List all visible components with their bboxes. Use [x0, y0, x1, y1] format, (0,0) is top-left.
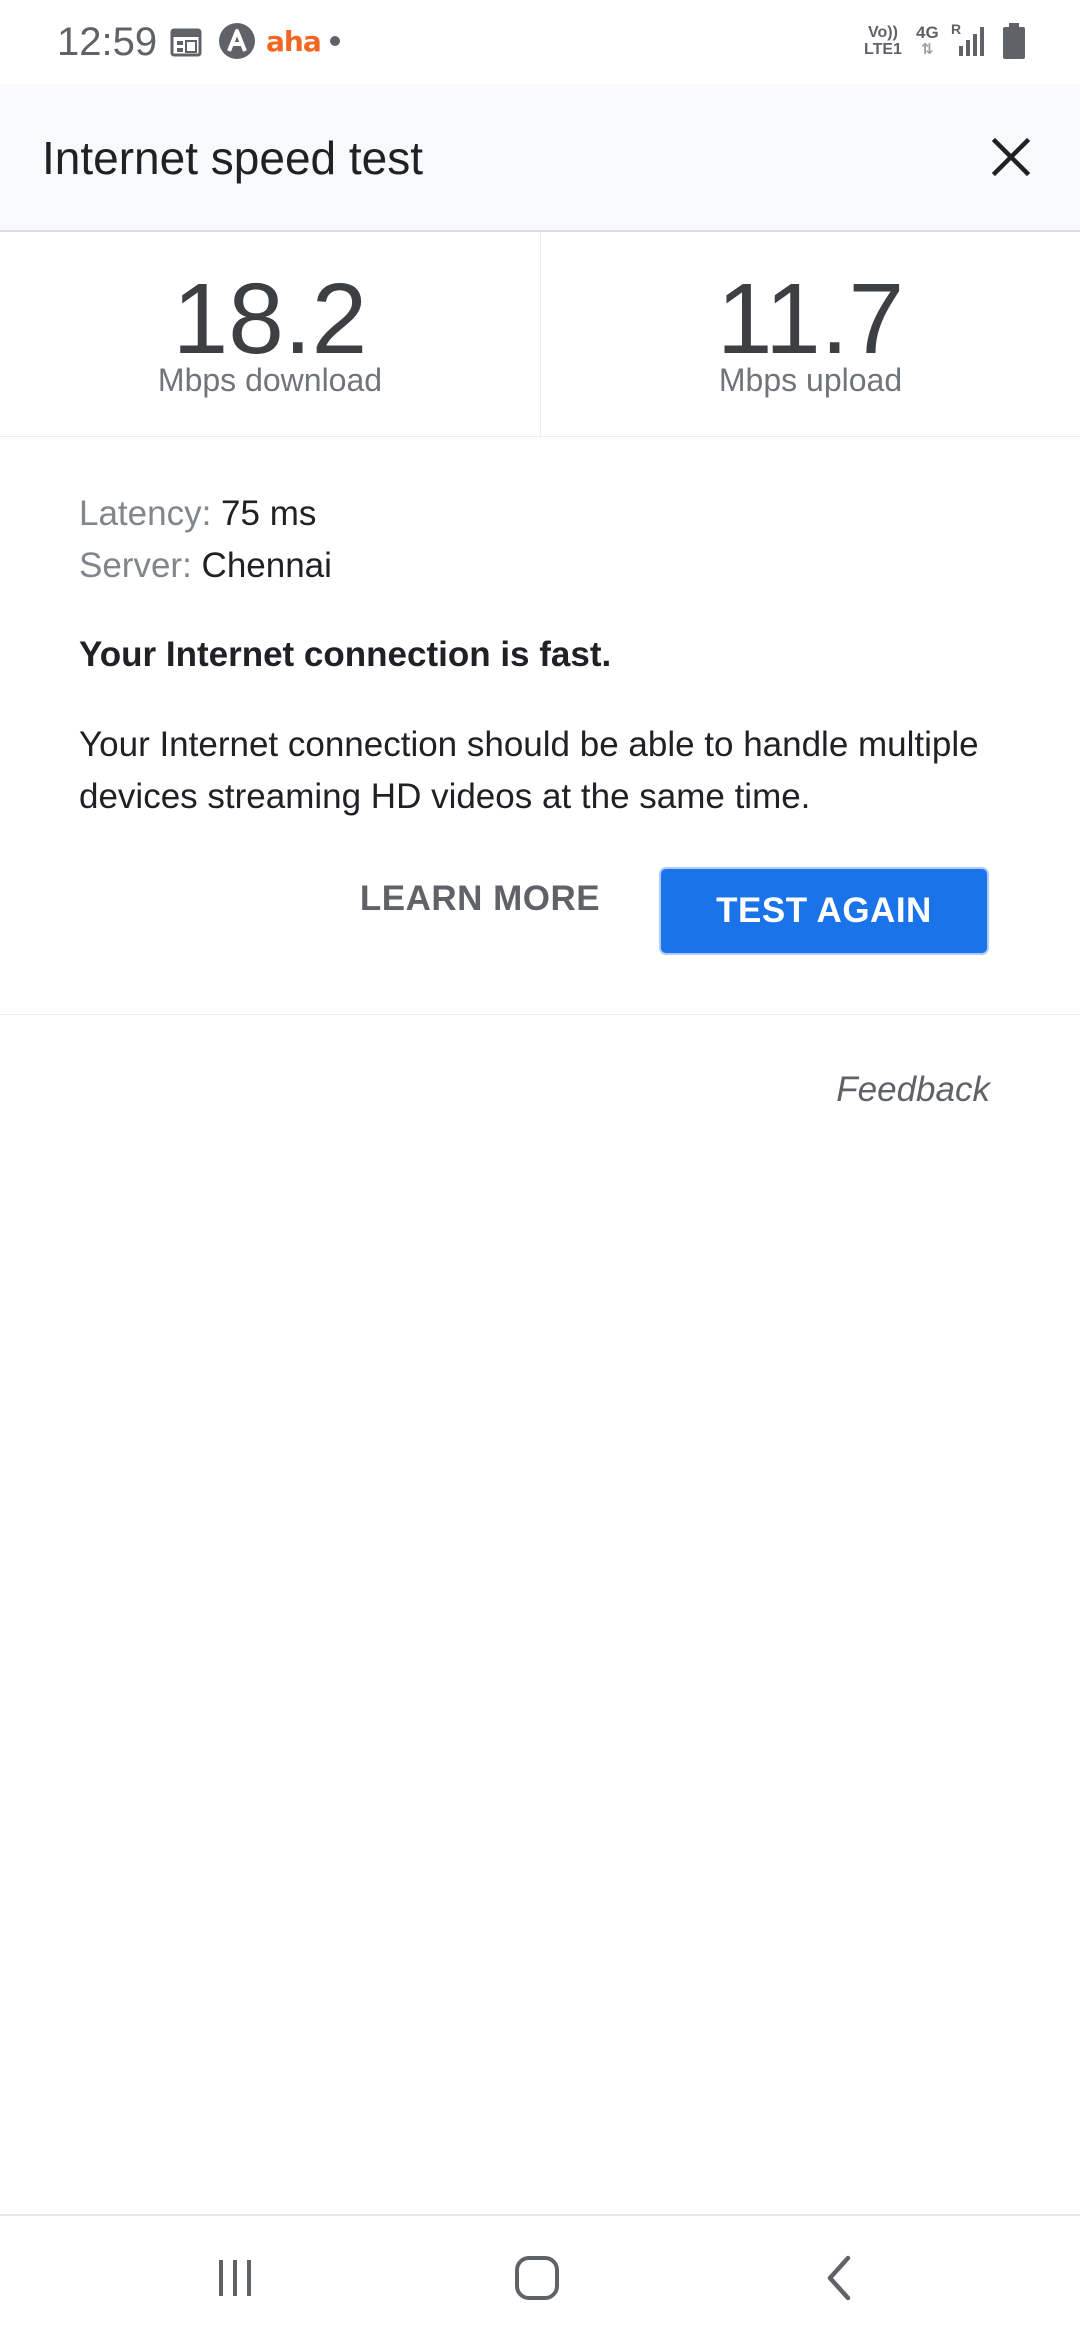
- server-value: Chennai: [201, 546, 332, 585]
- page-title: Internet speed test: [42, 132, 424, 184]
- connection-verdict: Your Internet connection is fast.: [79, 635, 612, 674]
- server-row: Server: Chennai: [79, 544, 332, 588]
- home-icon: [515, 2256, 559, 2300]
- close-icon: [991, 137, 1031, 177]
- data-arrows-icon: ⇅: [921, 41, 934, 58]
- upload-speed-value: 11.7: [716, 263, 905, 375]
- connection-description: Your Internet connection should be able …: [79, 725, 979, 816]
- roaming-label: R: [951, 22, 961, 37]
- system-nav-bar: [0, 2214, 1080, 2342]
- network-indicator: 4G ⇅: [916, 24, 939, 58]
- learn-more-button[interactable]: LEARN MORE: [352, 867, 608, 931]
- download-result: 18.2 Mbps download: [0, 232, 541, 436]
- notification-dot-icon: [330, 36, 340, 46]
- result-details: Latency: 75 ms Server: Chennai Your Inte…: [0, 437, 1080, 1015]
- network-type: 4G: [916, 23, 939, 42]
- latency-row: Latency: 75 ms: [79, 492, 316, 536]
- server-label: Server:: [79, 546, 192, 585]
- calendar-icon: [170, 28, 202, 57]
- speed-results: 18.2 Mbps download 11.7 Mbps upload: [0, 232, 1080, 437]
- status-bar: 12:59 aha Vo)) LTE1 4G ⇅ R: [0, 0, 1080, 84]
- signal-icon: R: [951, 22, 984, 56]
- close-button[interactable]: [982, 128, 1040, 186]
- feedback-link[interactable]: Feedback: [836, 1068, 990, 1112]
- volte-line1: Vo)): [868, 24, 898, 41]
- back-icon: [827, 2255, 851, 2301]
- a-app-icon: [219, 23, 255, 59]
- recent-apps-icon: [219, 2260, 251, 2296]
- aha-app-icon: aha: [266, 25, 322, 58]
- home-button[interactable]: [502, 2246, 572, 2310]
- latency-label: Latency:: [79, 494, 212, 533]
- volte-line2: LTE1: [864, 41, 902, 58]
- app-header: Internet speed test: [0, 84, 1080, 232]
- latency-value: 75 ms: [221, 494, 317, 533]
- volte-indicator: Vo)) LTE1: [864, 24, 902, 58]
- download-speed-label: Mbps download: [157, 362, 383, 398]
- test-again-button[interactable]: TEST AGAIN: [659, 867, 989, 955]
- battery-icon: [1003, 23, 1025, 59]
- upload-result: 11.7 Mbps upload: [541, 232, 1080, 436]
- download-speed-value: 18.2: [172, 263, 368, 375]
- recent-apps-button[interactable]: [200, 2246, 270, 2310]
- back-button[interactable]: [805, 2246, 875, 2310]
- status-time: 12:59: [57, 20, 158, 64]
- upload-speed-label: Mbps upload: [718, 362, 903, 398]
